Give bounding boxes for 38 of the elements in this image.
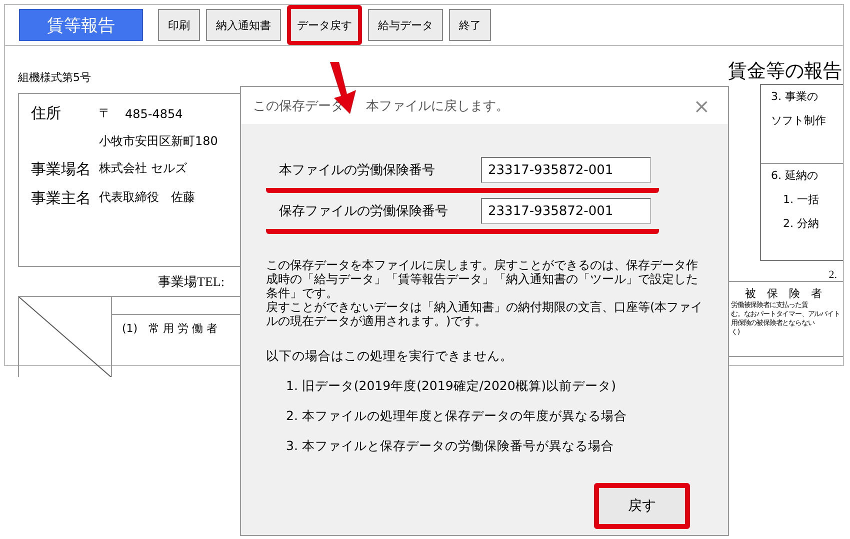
condition-item: 1. 旧データ(2019年度(2019確定/2020概算)以前データ) <box>286 378 616 395</box>
close-button[interactable]: × <box>687 92 716 118</box>
restore-button[interactable]: 戻す <box>594 483 690 529</box>
row-label: (1) 常 用 労 働 者 <box>122 321 218 336</box>
info-paragraph: この保存データを本ファイルに戻します。戻すことができるのは、保存データ作成時の「給与データ」「賃等報告データ」「納入通知書の「ツール」で設定した条件」です。 <box>266 258 699 300</box>
field-label: 保存ファイルの労働保険番号 <box>279 203 449 220</box>
toolbar-button[interactable]: 納入通知書 <box>206 9 281 41</box>
postal-mark: 〒 <box>99 105 111 122</box>
postal-code: 485-4854 <box>125 106 183 120</box>
condition-item: 3. 本ファイルと保存データの労働保険番号が異なる場合 <box>286 438 614 455</box>
section-number: 2. <box>828 269 837 281</box>
number-field[interactable]: 23317-935872-001 <box>481 198 651 224</box>
business-name-label: 事業場名 <box>31 160 92 179</box>
business-name: 株式会社 セルズ <box>99 160 187 177</box>
toolbar-button[interactable]: データ戻す <box>287 5 362 45</box>
option-text: 2. 分納 <box>783 216 820 231</box>
toolbar-button[interactable]: 印刷 <box>158 9 200 41</box>
conditions-intro: 以下の場合はこの処理を実行できません。 <box>266 348 513 365</box>
document-title: 賃金等の報告 <box>728 60 843 84</box>
toolbar-button[interactable]: 給与データ <box>368 9 443 41</box>
owner-label: 事業主名 <box>31 189 92 208</box>
tel-label: 事業場TEL: <box>158 273 224 291</box>
cell-heading: 被 保 険 者 <box>745 286 823 301</box>
address-label: 住所 <box>31 104 62 123</box>
form-number: 組機様式第5号 <box>18 70 92 85</box>
toolbar-button[interactable]: 終了 <box>449 9 491 41</box>
number-field[interactable]: 23317-935872-001 <box>481 157 651 183</box>
condition-item: 2. 本ファイルの処理年度と保存データの年度が異なる場合 <box>286 408 627 425</box>
option-text: 1. 一括 <box>783 192 820 207</box>
business-type: ソフト制作 <box>771 113 827 128</box>
dialog-title: 本ファイルに戻します。 <box>366 98 509 114</box>
info-paragraph: 戻すことができないデータは「納入通知書」の納付期限の文言、口座等(本ファイルの現在データが適用されます。)です。 <box>266 300 704 328</box>
field-label: 本ファイルの労働保険番号 <box>279 162 436 179</box>
section-heading: 3. 事業の <box>771 89 819 104</box>
street-address: 小牧市安田区新町180 <box>99 133 218 150</box>
section-heading: 6. 延納の <box>771 168 819 183</box>
owner-name: 代表取締役 佐藤 <box>99 189 195 206</box>
report-button[interactable]: 賃等報告 <box>19 9 143 41</box>
